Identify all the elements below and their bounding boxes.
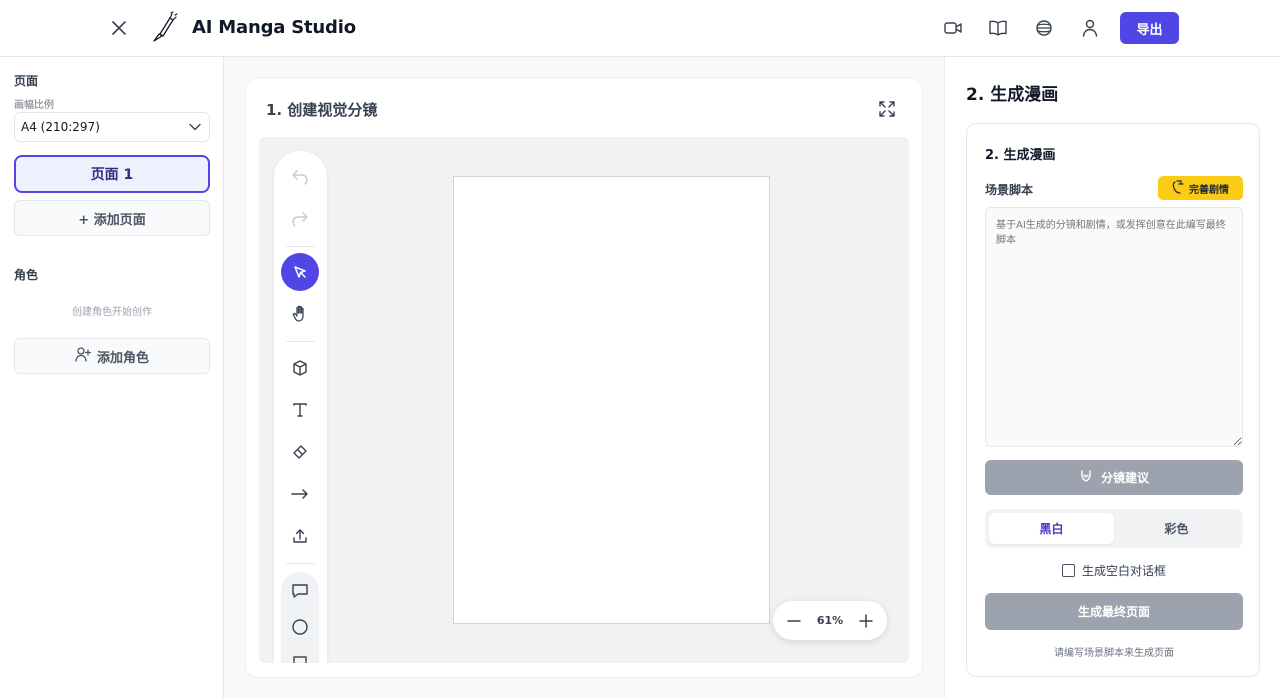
add-character-label: 添加角色 (96, 350, 149, 366)
page-item-1[interactable]: 页面 1 (14, 155, 210, 193)
video-icon[interactable] (942, 17, 964, 39)
color-mode-toggle: 黑白 彩色 (985, 509, 1243, 548)
export-button[interactable]: 导出 (1120, 12, 1179, 44)
storyboard-card: 1. 创建视觉分镜 61% (245, 77, 923, 678)
storyboard-title: 1. 创建视觉分镜 (266, 101, 378, 119)
aspect-ratio-value: A4 (210:297) (21, 120, 100, 134)
brush-logo-icon (150, 10, 178, 44)
panel-title: 2. 生成漫画 (966, 85, 1059, 105)
chevron-down-icon (189, 120, 201, 134)
generate-final-page-label: 生成最终页面 (1077, 605, 1150, 619)
select-pointer-icon[interactable] (281, 253, 319, 291)
close-icon[interactable] (108, 17, 130, 39)
globe-icon[interactable] (1033, 17, 1055, 39)
storyboard-suggest-button[interactable]: 分镜建议 (985, 460, 1243, 495)
aspect-ratio-label: 画幅比例 (14, 100, 54, 111)
color-mode-bw[interactable]: 黑白 (989, 513, 1114, 544)
eraser-icon[interactable] (281, 433, 319, 471)
upload-icon[interactable] (281, 517, 319, 555)
user-plus-icon (75, 346, 92, 366)
arrow-right-icon[interactable] (281, 475, 319, 513)
zoom-in-icon[interactable] (855, 610, 877, 632)
fullscreen-expand-icon[interactable] (878, 100, 896, 118)
shield-heart-icon (1079, 469, 1093, 486)
book-icon[interactable] (987, 17, 1009, 39)
cube-icon[interactable] (281, 349, 319, 387)
generate-card-title: 2. 生成漫画 (985, 148, 1056, 163)
color-mode-color[interactable]: 彩色 (1114, 513, 1239, 544)
blank-bubble-label: 生成空白对话框 (1081, 563, 1166, 578)
footer-hint: 请编写场景脚本来生成页面 (1054, 648, 1174, 659)
speech-bubble-icon[interactable] (281, 572, 319, 610)
generate-card: 2. 生成漫画 场景脚本 完善剧情 分镜建议 黑白 彩色 生成空白对话框 生成最… (966, 123, 1260, 677)
scene-script-label: 场景脚本 (985, 183, 1034, 197)
rectangle-icon[interactable] (281, 644, 319, 663)
sparkle-wand-icon (1172, 179, 1184, 197)
aspect-ratio-select[interactable]: A4 (210:297) (14, 112, 210, 142)
undo-icon[interactable] (281, 158, 319, 196)
zoom-out-icon[interactable] (783, 610, 805, 632)
shape-tool-group (281, 572, 319, 663)
zoom-level: 61% (816, 614, 844, 627)
app-title: AI Manga Studio (192, 17, 356, 38)
add-character-button[interactable]: 添加角色 (14, 338, 210, 374)
scene-script-input[interactable] (985, 207, 1243, 447)
storyboard-suggest-label: 分镜建议 (1100, 471, 1149, 485)
toolbar-divider (286, 563, 315, 564)
generate-panel: 2. 生成漫画 2. 生成漫画 场景脚本 完善剧情 分镜建议 黑白 彩色 生成空… (944, 57, 1280, 698)
toolbar-divider (286, 341, 315, 342)
text-icon[interactable] (281, 391, 319, 429)
pages-section-title: 页面 (14, 74, 39, 88)
top-header: AI Manga Studio 导出 (0, 0, 1280, 57)
toolbar-divider (286, 246, 315, 247)
characters-section-title: 角色 (14, 268, 39, 282)
hand-pan-icon[interactable] (281, 295, 319, 333)
drawing-canvas-area[interactable]: 61% (259, 137, 909, 663)
refine-plot-label: 完善剧情 (1189, 184, 1229, 196)
add-page-button[interactable]: + 添加页面 (14, 200, 210, 236)
add-page-label: + 添加页面 (78, 212, 146, 228)
refine-plot-button[interactable]: 完善剧情 (1158, 176, 1243, 200)
left-sidebar: 页面 画幅比例 A4 (210:297) 页面 1 + 添加页面 角色 创建角色… (0, 57, 224, 698)
blank-bubble-option: 生成空白对话框 (985, 560, 1243, 580)
blank-bubble-checkbox[interactable] (1061, 563, 1075, 577)
characters-empty-hint: 创建角色开始创作 (72, 307, 152, 318)
tool-palette (274, 151, 327, 663)
page-canvas[interactable] (453, 176, 770, 624)
user-icon[interactable] (1079, 17, 1101, 39)
redo-icon[interactable] (281, 200, 319, 238)
circle-icon[interactable] (281, 608, 319, 646)
generate-final-page-button[interactable]: 生成最终页面 (985, 593, 1243, 630)
zoom-control: 61% (773, 601, 887, 640)
